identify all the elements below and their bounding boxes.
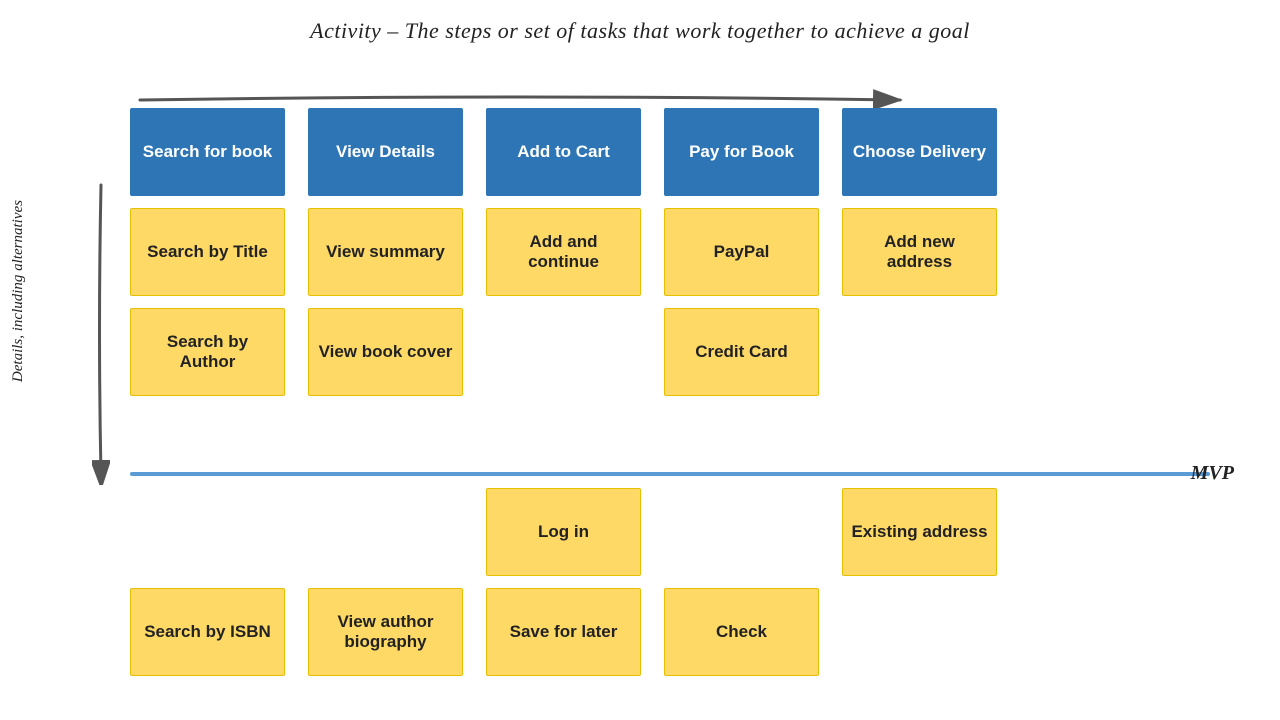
empty-cell — [308, 488, 463, 576]
list-item: Save for later — [486, 588, 641, 676]
list-item: PayPal — [664, 208, 819, 296]
empty-cell — [664, 488, 819, 576]
below-mvp-grid: Log in Existing address Search by ISBN V… — [130, 488, 1002, 676]
col3-header: Add to Cart — [486, 108, 641, 196]
list-item: Search by ISBN — [130, 588, 285, 676]
list-item: Add and continue — [486, 208, 641, 296]
list-item: Log in — [486, 488, 641, 576]
y-axis-arrow-icon — [92, 175, 110, 485]
list-item: Check — [664, 588, 819, 676]
empty-cell — [842, 308, 997, 396]
list-item: Credit Card — [664, 308, 819, 396]
main-grid: Search for book View Details Add to Cart… — [130, 108, 1002, 396]
list-item: Search by Author — [130, 308, 285, 396]
empty-cell — [130, 488, 285, 576]
list-item: View author biography — [308, 588, 463, 676]
col2-header: View Details — [308, 108, 463, 196]
mvp-label: MVP — [1191, 462, 1234, 485]
empty-cell — [842, 588, 997, 676]
list-item: Search by Title — [130, 208, 285, 296]
col4-header: Pay for Book — [664, 108, 819, 196]
list-item: View book cover — [308, 308, 463, 396]
list-item: Add new address — [842, 208, 997, 296]
list-item: Existing address — [842, 488, 997, 576]
y-axis-label: Details, including alternatives — [10, 200, 27, 382]
col1-header: Search for book — [130, 108, 285, 196]
empty-cell — [486, 308, 641, 396]
page-title: Activity – The steps or set of tasks tha… — [0, 0, 1280, 50]
col5-header: Choose Delivery — [842, 108, 997, 196]
top-arrow-icon — [130, 88, 910, 110]
mvp-line — [130, 472, 1210, 476]
list-item: View summary — [308, 208, 463, 296]
